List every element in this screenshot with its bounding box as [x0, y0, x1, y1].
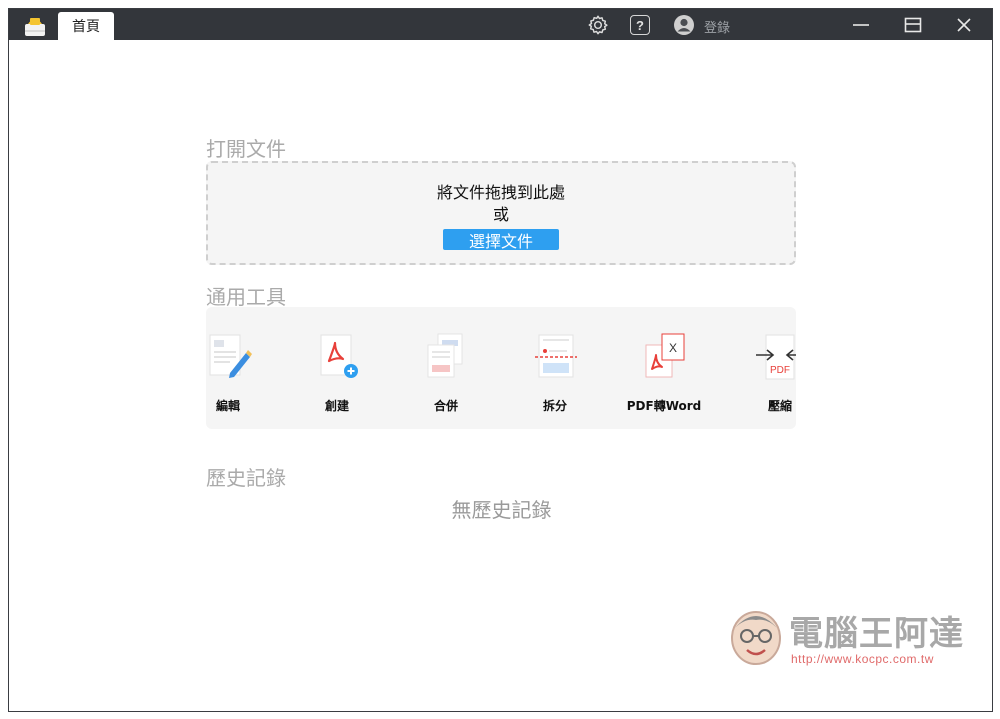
- compress-icon: PDF: [756, 334, 796, 380]
- tool-pdf-to-word[interactable]: X PDF轉Word: [614, 307, 714, 429]
- watermark-title: 電腦王阿達: [789, 614, 964, 654]
- create-pdf-icon: [320, 334, 358, 378]
- svg-text:X: X: [669, 341, 677, 355]
- svg-text:PDF: PDF: [770, 365, 790, 376]
- login-link[interactable]: 登錄: [704, 17, 730, 36]
- watermark: 電腦王阿達 http://www.kocpc.com.tw: [727, 604, 987, 674]
- tab-home[interactable]: 首頁: [58, 12, 114, 40]
- tool-split-label: 拆分: [542, 399, 567, 413]
- drop-instruction: 將文件拖拽到此處: [436, 183, 565, 202]
- close-icon: [957, 17, 971, 32]
- tool-split[interactable]: 拆分: [505, 307, 605, 429]
- minimize-button[interactable]: [837, 9, 885, 40]
- pdf-to-word-icon: X: [645, 333, 685, 378]
- tool-edit-label: 編輯: [215, 399, 240, 413]
- minimize-icon: [853, 23, 869, 26]
- history-heading: 歷史記錄: [206, 466, 286, 490]
- choose-file-button[interactable]: 選擇文件: [443, 229, 559, 251]
- user-avatar-icon: [674, 15, 694, 35]
- file-drop-zone[interactable]: 將文件拖拽到此處 或 選擇文件: [206, 161, 796, 265]
- app-window: 首頁 ? 登錄 打開文件 將文件拖拽到此處 或 選擇文件 通用工具 編輯 創建 …: [8, 8, 993, 712]
- help-button[interactable]: ?: [628, 13, 652, 37]
- title-bar: 首頁 ? 登錄: [9, 9, 992, 40]
- help-icon: ?: [630, 15, 650, 35]
- maximize-icon: [904, 17, 922, 32]
- watermark-url: http://www.kocpc.com.tw: [791, 652, 934, 666]
- tool-merge-label: 合併: [433, 399, 458, 413]
- maximize-button[interactable]: [889, 9, 937, 40]
- merge-icon: [427, 333, 463, 378]
- close-button[interactable]: [940, 9, 988, 40]
- settings-icon: [588, 15, 608, 35]
- common-tools-heading: 通用工具: [206, 285, 286, 309]
- watermark-mascot-icon: [731, 611, 781, 665]
- edit-icon: [209, 334, 252, 378]
- tool-compress[interactable]: PDF 壓縮: [730, 307, 796, 429]
- tools-panel: 編輯 創建 合併 拆分 X PDF轉Word PDF 壓縮: [206, 307, 796, 429]
- tool-compress-label: 壓縮: [767, 399, 792, 413]
- settings-button[interactable]: [586, 13, 610, 37]
- tool-create[interactable]: 創建: [287, 307, 387, 429]
- open-file-heading: 打開文件: [206, 137, 286, 161]
- tool-edit[interactable]: 編輯: [206, 307, 278, 429]
- tab-home-label: 首頁: [72, 19, 100, 35]
- tool-merge[interactable]: 合併: [396, 307, 496, 429]
- or-text: 或: [492, 205, 509, 224]
- no-history-message: 無歷史記錄: [451, 498, 552, 522]
- split-icon: [535, 334, 577, 378]
- avatar-button[interactable]: [672, 13, 696, 37]
- tool-create-label: 創建: [324, 399, 349, 413]
- tool-pdf-to-word-label: PDF轉Word: [626, 399, 702, 413]
- app-logo-icon: [25, 18, 45, 36]
